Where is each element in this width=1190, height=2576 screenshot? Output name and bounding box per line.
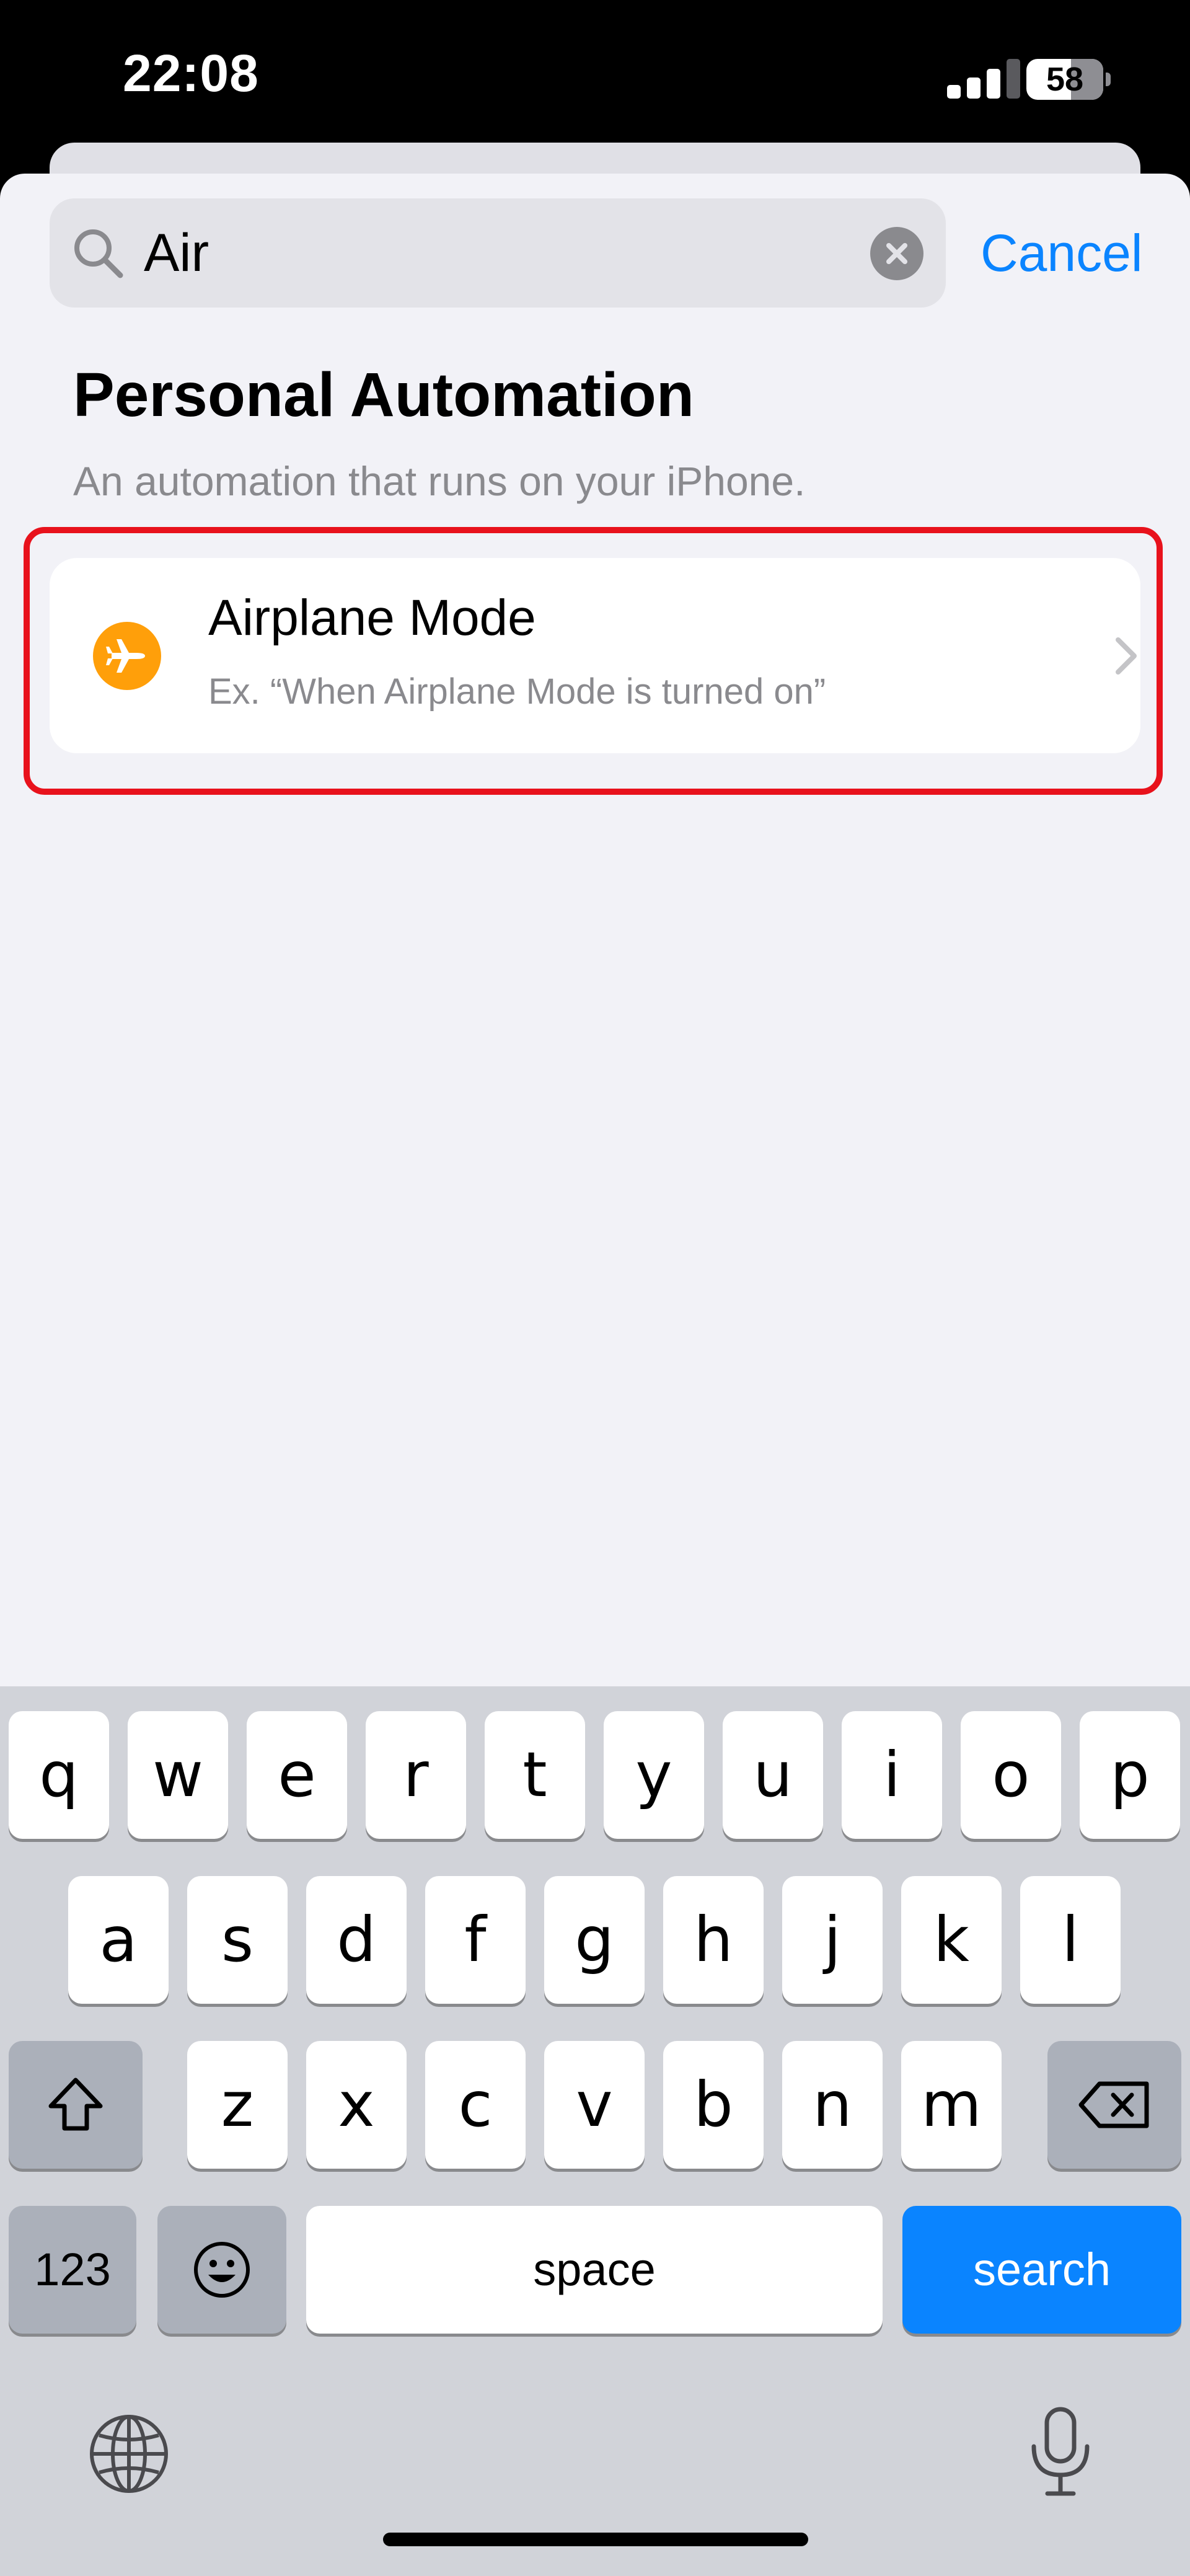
key-w[interactable]: w — [128, 1711, 228, 1839]
key-o[interactable]: o — [961, 1711, 1061, 1839]
key-d[interactable]: d — [306, 1876, 407, 2004]
section-title: Personal Automation — [73, 360, 694, 430]
microphone-icon[interactable] — [1026, 2406, 1095, 2499]
emoji-key[interactable] — [157, 2206, 286, 2334]
backspace-icon — [1078, 2081, 1149, 2128]
key-a[interactable]: a — [68, 1876, 169, 2004]
search-input[interactable]: Air — [50, 198, 946, 308]
key-y[interactable]: y — [604, 1711, 704, 1839]
shift-key[interactable] — [9, 2041, 143, 2169]
key-g[interactable]: g — [544, 1876, 645, 2004]
emoji-icon — [194, 2242, 250, 2298]
key-m[interactable]: m — [901, 2041, 1002, 2169]
key-z[interactable]: z — [187, 2041, 288, 2169]
section-subtitle: An automation that runs on your iPhone. — [73, 458, 806, 504]
cellular-signal-icon — [947, 59, 1021, 99]
search-key[interactable]: search — [902, 2206, 1181, 2334]
highlight-annotation — [24, 527, 1163, 795]
close-icon — [886, 243, 907, 264]
key-t[interactable]: t — [485, 1711, 585, 1839]
battery-icon: 58 — [1026, 59, 1111, 100]
keyboard: q w e r t y u i o p a s d f g h j k l z … — [0, 1686, 1190, 2576]
key-c[interactable]: c — [425, 2041, 526, 2169]
search-query[interactable]: Air — [144, 198, 209, 308]
clear-search-button[interactable] — [870, 227, 923, 280]
key-f[interactable]: f — [425, 1876, 526, 2004]
key-u[interactable]: u — [723, 1711, 823, 1839]
key-e[interactable]: e — [247, 1711, 347, 1839]
numbers-key[interactable]: 123 — [9, 2206, 136, 2334]
key-s[interactable]: s — [187, 1876, 288, 2004]
key-q[interactable]: q — [9, 1711, 109, 1839]
key-k[interactable]: k — [901, 1876, 1002, 2004]
home-indicator[interactable] — [383, 2533, 808, 2546]
key-v[interactable]: v — [544, 2041, 645, 2169]
key-x[interactable]: x — [306, 2041, 407, 2169]
key-r[interactable]: r — [366, 1711, 466, 1839]
key-i[interactable]: i — [842, 1711, 942, 1839]
shift-icon — [48, 2078, 103, 2131]
delete-key[interactable] — [1047, 2041, 1181, 2169]
key-b[interactable]: b — [663, 2041, 764, 2169]
battery-level: 58 — [1046, 61, 1084, 98]
key-h[interactable]: h — [663, 1876, 764, 2004]
status-time: 22:08 — [123, 44, 259, 102]
key-n[interactable]: n — [782, 2041, 883, 2169]
key-l[interactable]: l — [1020, 1876, 1121, 2004]
cancel-button[interactable]: Cancel — [981, 198, 1142, 308]
key-j[interactable]: j — [782, 1876, 883, 2004]
globe-icon[interactable] — [87, 2412, 171, 2496]
space-key[interactable]: space — [306, 2206, 883, 2334]
search-icon — [74, 229, 123, 278]
key-p[interactable]: p — [1080, 1711, 1180, 1839]
